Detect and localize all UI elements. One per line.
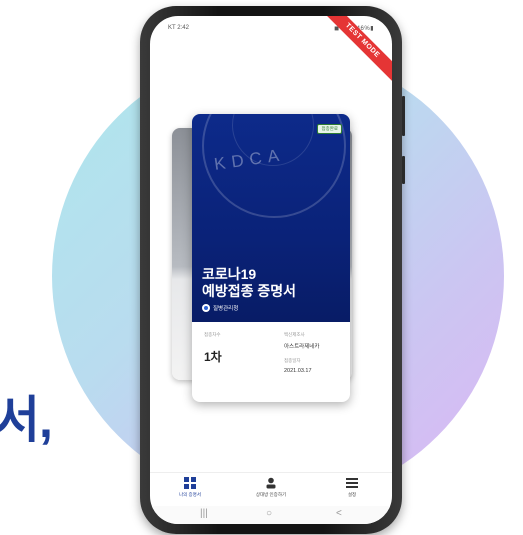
system-navigation-bar: ||| ○ <: [150, 506, 392, 524]
status-time: KT 2:42: [168, 25, 189, 31]
card-info: 접종차수 1차 백신제조사 아스트라제네카 접종일자 2021.03.17: [192, 322, 350, 402]
vaccine-value: 아스트라제네카: [284, 344, 320, 350]
date-label: 접종일자: [284, 358, 301, 363]
recent-apps-button[interactable]: |||: [200, 508, 208, 519]
card-title-line2: 예방접종 증명서: [202, 283, 297, 299]
agency-name: 질병관리청: [213, 306, 239, 312]
power-button: [402, 156, 405, 184]
side-caption-text: 서,: [0, 392, 53, 448]
menu-icon: [346, 478, 358, 488]
phone-screen: KT 2:42 ◼ ≋ ◢ 46%▮ TEST MODE KDCA 접종완료 코…: [150, 16, 392, 524]
volume-button: [402, 96, 405, 136]
dose-label: 접종차수: [204, 332, 221, 337]
card-title: 코로나19 예방접종 증명서: [202, 266, 296, 300]
tab-label: 나의 증명서: [179, 492, 201, 497]
date-value: 2021.03.17: [284, 368, 312, 374]
agency-label: 질병관리청: [202, 304, 238, 312]
grid-icon: [184, 477, 196, 489]
vaccine-certificate-card[interactable]: KDCA 접종완료 코로나19 예방접종 증명서 질병관리청 접종차수 1차 백…: [192, 114, 350, 402]
card-title-line1: 코로나19: [202, 266, 257, 282]
card-header: KDCA 접종완료 코로나19 예방접종 증명서 질병관리청: [192, 114, 350, 322]
dose-value: 1차: [204, 350, 222, 364]
tab-my-certificate[interactable]: 나의 증명서: [160, 477, 220, 498]
vaccine-label: 백신제조사: [284, 332, 305, 337]
tab-label: 설정: [347, 492, 357, 497]
status-badge: 접종완료: [317, 124, 342, 134]
phone-frame: KT 2:42 ◼ ≋ ◢ 46%▮ TEST MODE KDCA 접종완료 코…: [140, 6, 405, 534]
agency-logo-icon: [202, 304, 210, 312]
tab-settings[interactable]: 설정: [322, 477, 382, 498]
tab-verify-other[interactable]: 상대방 인증하기: [241, 477, 301, 498]
bottom-tab-bar: 나의 증명서 상대방 인증하기 설정: [150, 472, 392, 505]
home-button[interactable]: ○: [266, 508, 272, 519]
person-icon: [266, 477, 276, 489]
back-button[interactable]: <: [336, 508, 342, 519]
tab-label: 상대방 인증하기: [255, 492, 287, 497]
